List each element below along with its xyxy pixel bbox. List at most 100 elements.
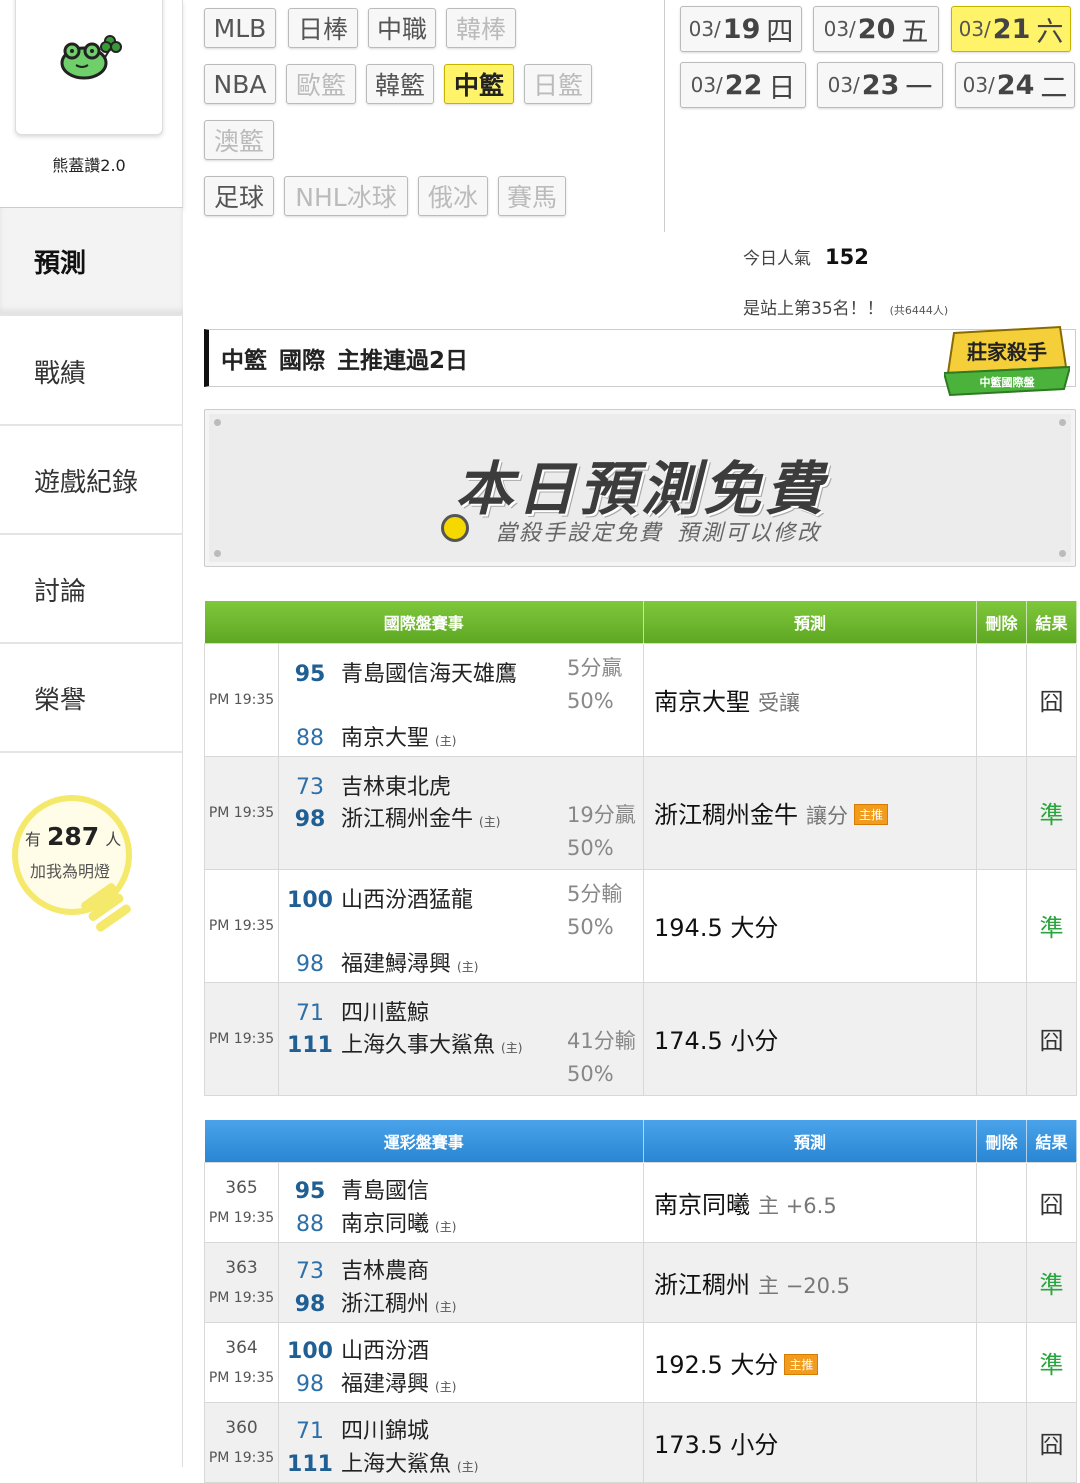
odds-line: 5分贏	[567, 655, 623, 680]
matchup: 95 青島國信海天雄鷹 88 南京大聖 (主) 5分贏 50%	[277, 642, 645, 757]
fans-caption: 加我為明燈	[30, 862, 111, 881]
delete-cell	[976, 1321, 1028, 1403]
game-time: PM 19:35	[204, 981, 279, 1096]
nav-record[interactable]: 戰績	[0, 318, 183, 426]
matchup: 71 四川錦城 111 上海大鯊魚 (主)	[277, 1401, 645, 1483]
matchup: 73 吉林農商 98 浙江稠州 (主)	[277, 1241, 645, 1323]
league-euro-basketball: 歐籃	[286, 64, 356, 104]
nav-discussion[interactable]: 討論	[0, 536, 183, 644]
league-nbl: 澳籃	[204, 120, 274, 160]
col-header-delete: 刪除	[976, 1120, 1028, 1162]
league-cba[interactable]: 中籃	[444, 64, 514, 104]
banner-title: 本日預測免費	[454, 455, 827, 523]
prediction: 浙江稠州主 −20.5	[643, 1241, 978, 1323]
result: 囧	[1026, 1161, 1078, 1243]
col-header-prediction: 預測	[643, 1120, 978, 1162]
game-time: 365 PM 19:35	[204, 1161, 279, 1243]
league-kbl[interactable]: 韓籃	[366, 64, 434, 104]
col-header-event: 國際盤賽事	[204, 601, 645, 643]
home-team: 福建潯興	[341, 1371, 430, 1397]
nav-game-log[interactable]: 遊戲紀錄	[0, 427, 183, 535]
prediction: 192.5 大分 主推	[643, 1321, 978, 1403]
table-row: 364 PM 19:35 100 山西汾酒 98 福建潯興 (主) 192.5 大分 主推…	[204, 1321, 1078, 1403]
divider	[664, 0, 665, 232]
date-0323[interactable]: 03/23 一	[817, 62, 943, 108]
home-team: 浙江稠州金牛	[341, 806, 474, 832]
away-team: 四川錦城	[341, 1418, 430, 1444]
date-0321[interactable]: 03/21 六	[951, 6, 1071, 52]
table-row: 360 PM 19:35 71 四川錦城 111 上海大鯊魚 (主) 173.5 小分 …	[204, 1401, 1078, 1483]
result: 準	[1026, 1241, 1078, 1323]
league-nhl: NHL冰球	[284, 176, 408, 216]
result: 準	[1026, 755, 1078, 870]
away-team: 山西汾酒	[341, 1338, 430, 1364]
league-mlb[interactable]: MLB	[204, 8, 276, 48]
home-team: 福建鱘潯興	[341, 951, 452, 977]
delete-cell	[976, 642, 1028, 757]
free-prediction-banner: 本日預測免費 當殺手設定免費 預測可以修改	[204, 409, 1076, 567]
league-npb[interactable]: 日棒	[288, 8, 358, 48]
date-0324[interactable]: 03/24 二	[955, 62, 1075, 108]
table-row: 363 PM 19:35 73 吉林農商 98 浙江稠州 (主) 浙江稠州主 −20.5…	[204, 1241, 1078, 1323]
date-0320[interactable]: 03/20 五	[813, 6, 939, 52]
odds-line: 41分輸	[567, 1028, 636, 1053]
profile-card: 熊蓋讚2.0	[0, 0, 183, 208]
away-team: 青島國信海天雄鷹	[341, 661, 518, 687]
matchup: 100 山西汾酒 98 福建潯興 (主)	[277, 1321, 645, 1403]
league-b-league: 日籃	[524, 64, 592, 104]
site-rank: 是站上第35名！！ (共6444人)	[743, 299, 949, 319]
home-team: 上海久事大鯊魚	[341, 1032, 496, 1058]
matchup: 100 山西汾酒猛龍 98 福建鱘潯興 (主) 5分輸 50%	[277, 868, 645, 983]
matchup: 71 四川藍鯨 111 上海久事大鯊魚 (主) 41分輸 50%	[277, 981, 645, 1096]
bulb-icon	[441, 514, 469, 542]
league-soccer[interactable]: 足球	[204, 176, 274, 216]
game-time: 364 PM 19:35	[204, 1321, 279, 1403]
nav-predict[interactable]: 預測	[0, 208, 183, 316]
avatar[interactable]	[15, 0, 163, 135]
popularity: 今日人氣 152	[743, 245, 869, 269]
delete-cell	[976, 1241, 1028, 1323]
badge-sub: 中籃國際盤	[980, 375, 1036, 389]
prediction: 174.5 小分	[643, 981, 978, 1096]
table-row: PM 19:35 71 四川藍鯨 111 上海久事大鯊魚 (主) 41分輸 50% 17…	[204, 981, 1078, 1096]
game-time: PM 19:35	[204, 642, 279, 757]
banner-subtitle: 當殺手設定免費 預測可以修改	[495, 521, 822, 546]
game-time: PM 19:35	[204, 755, 279, 870]
odds-pct: 50%	[567, 1061, 614, 1086]
result: 準	[1026, 1321, 1078, 1403]
odds-pct: 50%	[567, 914, 614, 939]
league-nba[interactable]: NBA	[204, 64, 276, 104]
frog-clover-icon	[60, 35, 122, 80]
featured-pick-badge: 主推	[854, 804, 889, 825]
home-team: 上海大鯊魚	[341, 1451, 452, 1477]
date-0319[interactable]: 03/19 四	[680, 6, 802, 52]
col-header-result: 結果	[1026, 1120, 1078, 1162]
table-row: 365 PM 19:35 95 青島國信 88 南京同曦 (主) 南京同曦主 +6.5 …	[204, 1161, 1078, 1243]
game-time: 363 PM 19:35	[204, 1241, 279, 1323]
league-cpbl[interactable]: 中職	[368, 8, 436, 48]
date-0322[interactable]: 03/22 日	[680, 62, 806, 108]
nickname: 熊蓋讚2.0	[52, 156, 126, 175]
league-horse-racing: 賽馬	[498, 176, 566, 216]
col-header-prediction: 預測	[643, 601, 978, 643]
odds-line: 5分輸	[567, 881, 623, 906]
table-row: PM 19:35 73 吉林東北虎 98 浙江稠州金牛 (主) 19分贏 50% 浙江稠…	[204, 755, 1078, 870]
delete-cell	[976, 868, 1028, 983]
col-header-delete: 刪除	[976, 601, 1028, 643]
odds-pct: 50%	[567, 835, 614, 860]
nav-honor[interactable]: 榮譽	[0, 645, 183, 753]
delete-cell	[976, 981, 1028, 1096]
away-team: 四川藍鯨	[341, 1000, 430, 1026]
bookie-killer-badge: 莊家殺手 中籃國際盤	[944, 325, 1070, 397]
table-row: PM 19:35 100 山西汾酒猛龍 98 福建鱘潯興 (主) 5分輸 50% 194…	[204, 868, 1078, 983]
league-kbo: 韓棒	[446, 8, 516, 48]
intl-odds-table: 國際盤賽事 預測 刪除 結果 PM 19:35 95 青島國信海天雄鷹 88 南京大…	[204, 601, 1078, 1096]
prediction: 南京大聖 受讓	[643, 642, 978, 757]
lottery-odds-table: 運彩盤賽事 預測 刪除 結果 365 PM 19:35 95 青島國信 88 南京同曦…	[204, 1120, 1078, 1483]
prediction: 南京同曦主 +6.5	[643, 1161, 978, 1243]
result: 囧	[1026, 1401, 1078, 1483]
delete-cell	[976, 1401, 1028, 1483]
odds-line: 19分贏	[567, 802, 636, 827]
table-row: PM 19:35 95 青島國信海天雄鷹 88 南京大聖 (主) 5分贏 50% 南京大…	[204, 642, 1078, 757]
result: 準	[1026, 868, 1078, 983]
